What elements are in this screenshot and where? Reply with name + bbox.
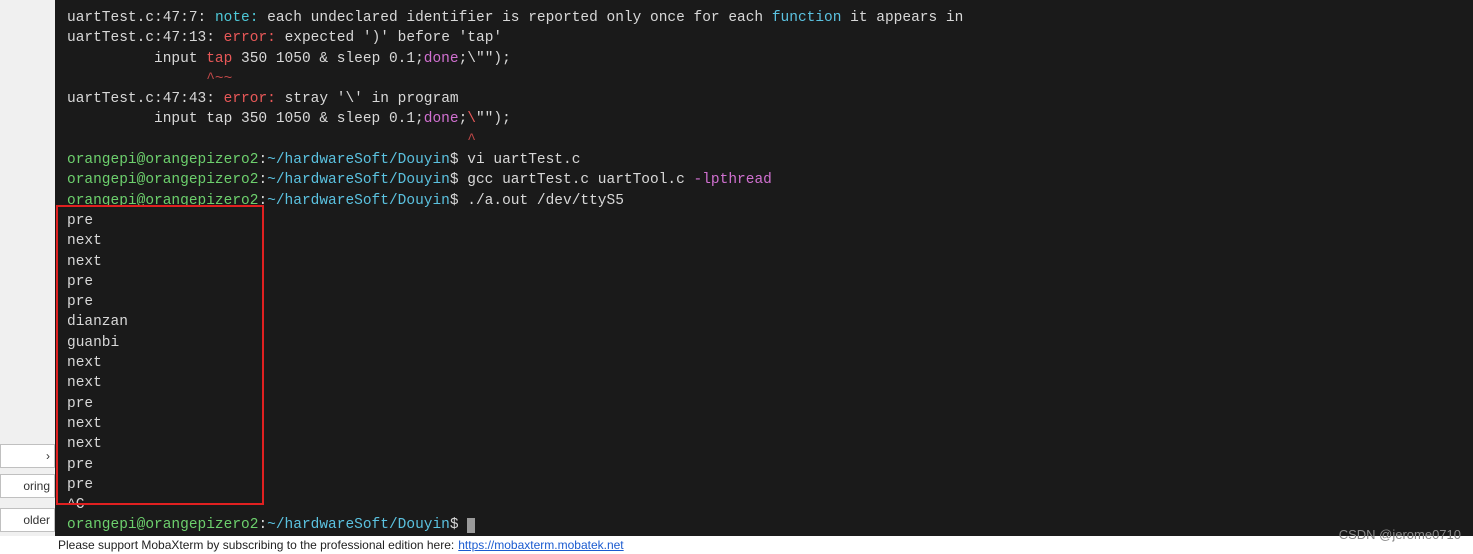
terminal-output[interactable]: uartTest.c:47:7: note: each undeclared i…: [55, 0, 1473, 554]
compiler-line: input tap 350 1050 & sleep 0.1;done;\"")…: [67, 109, 1461, 129]
promo-text: Please support MobaXterm by subscribing …: [58, 538, 454, 552]
prompt-line-current: orangepi@orangepizero2:~/hardwareSoft/Do…: [67, 515, 1461, 535]
program-output-line: dianzan: [67, 312, 1461, 332]
left-sidebar: › oring older: [0, 0, 55, 554]
compiler-line: ^: [67, 130, 1461, 150]
program-output-line: next: [67, 353, 1461, 373]
promo-link[interactable]: https://mobaxterm.mobatek.net: [458, 538, 623, 552]
compiler-line: uartTest.c:47:13: error: expected ')' be…: [67, 28, 1461, 48]
program-output-line: next: [67, 414, 1461, 434]
compiler-line: ^~~: [67, 69, 1461, 89]
program-output-line: pre: [67, 272, 1461, 292]
compiler-line: uartTest.c:47:43: error: stray '\' in pr…: [67, 89, 1461, 109]
bottom-promo-bar: Please support MobaXterm by subscribing …: [0, 536, 1473, 554]
program-output-line: next: [67, 231, 1461, 251]
cursor-block: [467, 518, 475, 533]
program-output-line: pre: [67, 475, 1461, 495]
program-output-line: pre: [67, 292, 1461, 312]
program-output-line: ^C: [67, 495, 1461, 515]
program-output-line: pre: [67, 394, 1461, 414]
watermark-text: CSDN @jerome0710: [1339, 527, 1461, 542]
prompt-line: orangepi@orangepizero2:~/hardwareSoft/Do…: [67, 170, 1461, 190]
compiler-line: input tap 350 1050 & sleep 0.1;done;\"")…: [67, 49, 1461, 69]
chevron-right-icon: ›: [46, 449, 50, 463]
program-output-line: next: [67, 373, 1461, 393]
prompt-line: orangepi@orangepizero2:~/hardwareSoft/Do…: [67, 191, 1461, 211]
collapse-button[interactable]: ›: [0, 444, 55, 468]
compiler-line: uartTest.c:47:7: note: each undeclared i…: [67, 8, 1461, 28]
left-item-older[interactable]: older: [0, 508, 55, 532]
program-output-line: pre: [67, 211, 1461, 231]
program-output-line: pre: [67, 455, 1461, 475]
program-output-line: next: [67, 434, 1461, 454]
prompt-line: orangepi@orangepizero2:~/hardwareSoft/Do…: [67, 150, 1461, 170]
left-item-oring[interactable]: oring: [0, 474, 55, 498]
program-output-line: next: [67, 252, 1461, 272]
program-output-line: guanbi: [67, 333, 1461, 353]
